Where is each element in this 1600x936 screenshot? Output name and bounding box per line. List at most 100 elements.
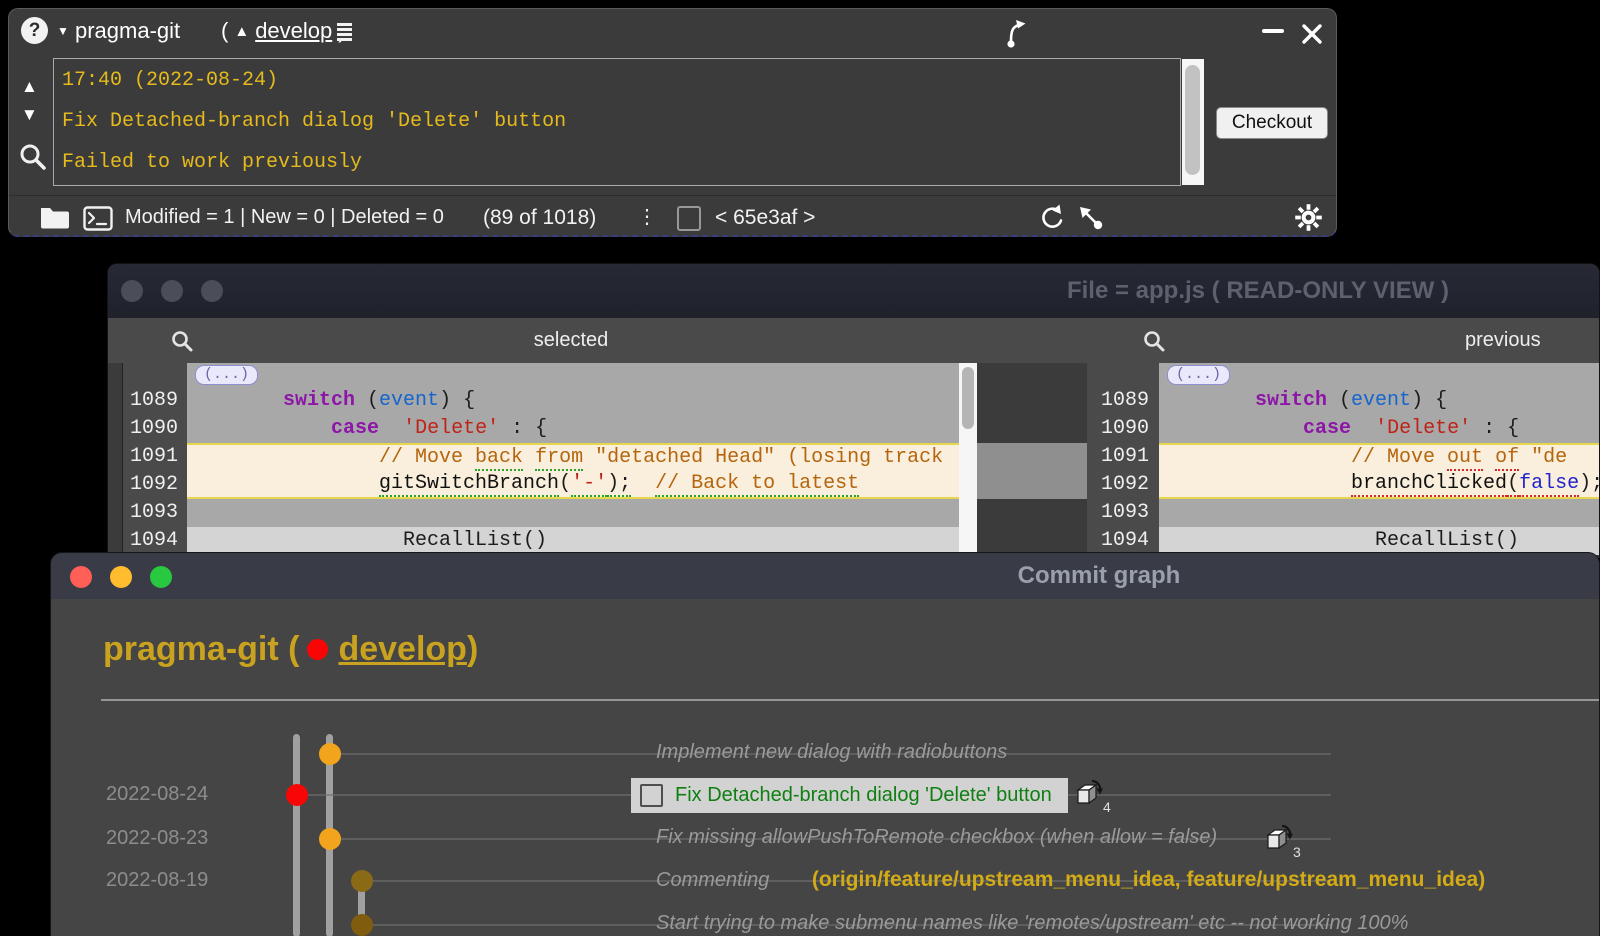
left-line-gutter: 108910901091109210931094 — [122, 363, 188, 555]
code-token: // Move — [379, 446, 475, 469]
code-line: switch (event) { — [187, 387, 959, 415]
code-line: case 'Delete' : { — [1159, 415, 1600, 443]
message-scrollbar[interactable] — [1182, 59, 1204, 185]
commit-message[interactable]: Fix missing allowPushToRemote checkbox (… — [656, 826, 1217, 849]
close-button[interactable] — [1301, 23, 1323, 45]
terminal-icon[interactable] — [83, 206, 113, 231]
commit-message[interactable]: Start trying to make submenu names like … — [656, 912, 1408, 935]
heading-close-paren: ) — [467, 630, 478, 669]
line-number: 1092 — [123, 471, 188, 499]
branch-switch-icon[interactable] — [1003, 15, 1031, 49]
commit-dot[interactable] — [319, 828, 341, 850]
main-window: ? ▼ pragma-git ( ▲ develop ) ▲ ▼ 17:40 (… — [8, 8, 1337, 237]
commit-message[interactable]: Implement new dialog with radiobuttons — [656, 741, 1007, 764]
left-code-pane[interactable]: (...) switch (event) { case 'Delete' : {… — [187, 363, 959, 555]
traffic-light-close-inactive[interactable] — [121, 280, 143, 302]
diff-change-marker — [977, 443, 1087, 499]
commit-hash-nav[interactable]: < 65e3af > — [715, 196, 815, 239]
graph-date: 2022-08-23 — [106, 827, 236, 850]
code-token — [379, 417, 403, 440]
branch-indicator: ( ▲ develop ) — [221, 9, 346, 53]
commit-message: Commenting — [656, 869, 769, 891]
branch-lane — [293, 734, 300, 936]
graph-date: 2022-08-24 — [106, 783, 236, 806]
kebab-menu-icon[interactable]: ⋮ — [637, 196, 657, 239]
repo-name: pragma-git ( — [103, 630, 299, 669]
folder-icon[interactable] — [39, 205, 71, 231]
code-token: ( — [559, 472, 571, 495]
traffic-light-zoom-inactive[interactable] — [201, 280, 223, 302]
fold-badge[interactable]: (...) — [195, 365, 258, 385]
commit-message-row[interactable]: Commenting (origin/feature/upstream_menu… — [656, 868, 1485, 892]
next-commit-button[interactable]: ▼ — [21, 105, 38, 125]
file-counts: Modified = 1 | New = 0 | Deleted = 0 — [125, 196, 444, 239]
diff-pane-headers: selected previous — [108, 318, 1599, 363]
search-icon[interactable] — [170, 329, 194, 353]
line-number: 1094 — [123, 527, 188, 555]
code-token: "detached Head" (losing track — [583, 446, 943, 469]
code-line: gitSwitchBranch('-'); // Back to latest — [187, 471, 959, 499]
graph-titlebar[interactable]: Commit graph — [51, 553, 1599, 599]
code-token: case — [1303, 417, 1351, 440]
chevron-down-icon[interactable]: ▼ — [57, 9, 69, 53]
checkout-button[interactable]: Checkout — [1216, 107, 1328, 139]
notes-icon[interactable] — [335, 18, 354, 44]
branch-link[interactable]: develop — [255, 18, 332, 44]
code-line: case 'Delete' : { — [187, 415, 959, 443]
branch-link[interactable]: develop — [338, 630, 466, 669]
traffic-light-zoom[interactable] — [150, 566, 172, 588]
code-token: false — [1519, 472, 1579, 497]
commit-graph-window: Commit graph pragma-git ( develop ) 2022… — [50, 552, 1600, 936]
commit-dot[interactable] — [351, 870, 373, 892]
scrollbar-thumb[interactable] — [962, 367, 974, 429]
prev-commit-button[interactable]: ▲ — [21, 77, 38, 97]
help-icon[interactable]: ? — [21, 17, 48, 44]
code-token — [1159, 446, 1351, 469]
line-number: 1092 — [1087, 471, 1159, 499]
files-changed-count: 3 — [1293, 844, 1301, 860]
minimize-button[interactable] — [1262, 29, 1284, 33]
code-token — [631, 472, 655, 495]
traffic-light-minimize-inactive[interactable] — [161, 280, 183, 302]
selected-commit-text: Fix Detached-branch dialog 'Delete' butt… — [675, 784, 1052, 807]
code-token — [187, 472, 379, 495]
diff-scrollbar[interactable] — [959, 363, 977, 555]
code-token — [1483, 446, 1495, 469]
fold-badge[interactable]: (...) — [1167, 365, 1230, 385]
scrollbar-thumb[interactable] — [1185, 65, 1200, 175]
gear-icon[interactable] — [1293, 202, 1324, 233]
files-changed-icon[interactable] — [1073, 779, 1103, 809]
commit-dot-current[interactable] — [286, 784, 308, 806]
search-icon[interactable] — [1142, 329, 1166, 353]
code-token: "de — [1519, 446, 1567, 469]
message-line: Fix Detached-branch dialog 'Delete' butt… — [62, 101, 1172, 142]
commit-dot[interactable] — [319, 743, 341, 765]
diff-titlebar[interactable]: File = app.js ( READ-ONLY VIEW ) — [108, 264, 1599, 318]
status-checkbox[interactable] — [677, 206, 701, 231]
traffic-light-minimize[interactable] — [110, 566, 132, 588]
commit-checkbox[interactable] — [640, 784, 663, 807]
commit-dot[interactable] — [351, 914, 373, 936]
branch-refs: (origin/feature/upstream_menu_idea, feat… — [812, 868, 1485, 891]
history-position: (89 of 1018) — [483, 196, 596, 239]
code-line: // Move back from "detached Head" (losin… — [187, 443, 959, 471]
code-token: branchClicked — [1351, 472, 1507, 497]
code-token: case — [331, 417, 379, 440]
right-code-pane[interactable]: (...) switch (event) { case 'Delete' : {… — [1159, 363, 1600, 555]
push-arrow-icon[interactable] — [1077, 204, 1105, 232]
code-token: '-' — [571, 472, 607, 497]
code-token: ( — [1327, 389, 1351, 412]
code-token — [187, 417, 331, 440]
diff-window-title: File = app.js ( READ-ONLY VIEW ) — [1008, 264, 1508, 318]
commit-message-selected[interactable]: Fix Detached-branch dialog 'Delete' butt… — [631, 778, 1068, 813]
search-icon[interactable] — [17, 141, 49, 173]
undo-icon[interactable] — [1037, 204, 1065, 232]
line-number: 1091 — [1087, 443, 1159, 471]
traffic-light-close[interactable] — [70, 566, 92, 588]
code-token — [1159, 417, 1303, 440]
files-changed-icon[interactable] — [1263, 824, 1293, 854]
code-token: event — [1351, 389, 1411, 412]
code-token: : { — [1471, 417, 1519, 440]
code-token — [1159, 472, 1351, 495]
commit-message-box[interactable]: 17:40 (2022-08-24)Fix Detached-branch di… — [53, 58, 1181, 186]
